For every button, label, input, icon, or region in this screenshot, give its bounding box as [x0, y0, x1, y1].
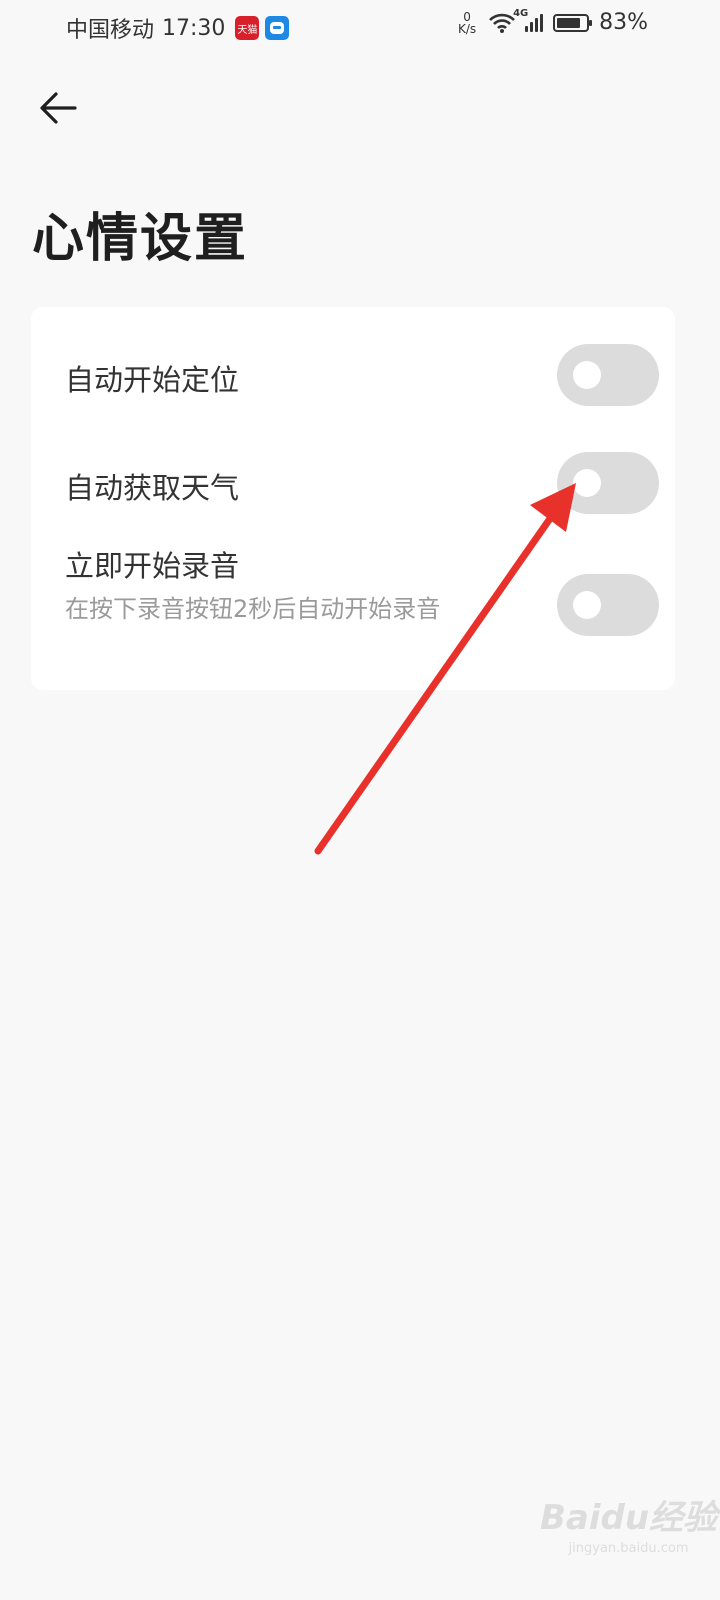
network-type: 4G	[513, 7, 529, 19]
status-right: 0 K/s 4G 83%	[455, 8, 648, 36]
status-bar: 中国移动 17:30 天猫 0 K/s 4G 83%	[0, 0, 720, 54]
wifi-icon	[489, 13, 516, 33]
battery-icon	[553, 13, 593, 32]
toggle-knob	[573, 361, 601, 389]
clock: 17:30	[162, 15, 226, 41]
arrow-left-icon	[40, 92, 77, 124]
instant-recording-toggle[interactable]	[557, 574, 659, 636]
setting-label: 立即开始录音	[65, 549, 240, 583]
carrier-name: 中国移动	[66, 18, 155, 43]
auto-weather-toggle[interactable]	[557, 452, 659, 514]
tmall-notification-icon: 天猫	[235, 16, 260, 40]
auto-location-toggle[interactable]	[557, 344, 659, 406]
watermark-logo: Baidu经验	[540, 1498, 718, 1538]
setting-description: 在按下录音按钮2秒后自动开始录音	[65, 595, 441, 623]
setting-label: 自动开始定位	[65, 363, 240, 397]
page-title: 心情设置	[32, 209, 249, 269]
setting-label: 自动获取天气	[65, 471, 240, 505]
settings-card: 自动开始定位 自动获取天气 立即开始录音 在按下录音按钮2秒后自动开始录音	[31, 307, 675, 690]
back-button[interactable]	[36, 86, 80, 130]
network-speed: 0 K/s	[458, 9, 477, 36]
baidu-watermark: Baidu经验 jingyan.baidu.com	[540, 1490, 717, 1556]
app-notification-icon	[265, 16, 290, 40]
status-left: 中国移动 17:30 天猫	[66, 12, 290, 44]
watermark-url: jingyan.baidu.com	[568, 1541, 689, 1556]
battery-percent: 83%	[599, 10, 648, 35]
toggle-knob	[573, 591, 601, 619]
toggle-knob	[573, 469, 601, 497]
cell-signal-icon: 4G	[513, 8, 544, 32]
